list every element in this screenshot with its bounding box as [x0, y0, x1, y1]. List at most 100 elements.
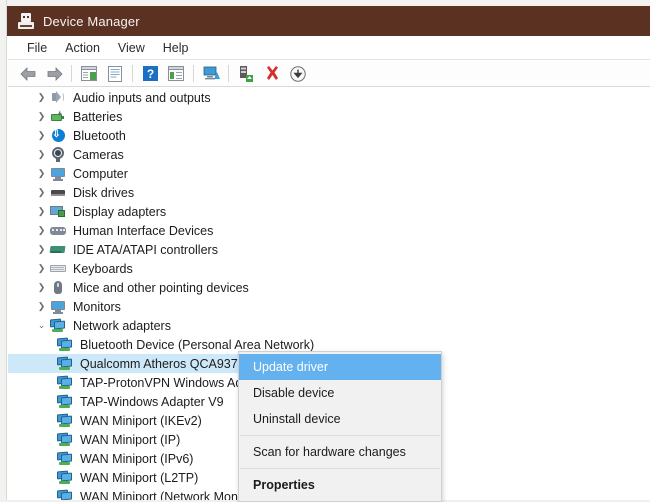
network-adapter-icon [56, 392, 76, 411]
properties-icon[interactable] [102, 63, 128, 85]
chevron-right-icon[interactable]: ❯ [34, 221, 49, 240]
device-manager-icon [18, 13, 34, 29]
tree-item-label: Audio inputs and outputs [73, 90, 211, 105]
display-adapter-icon [49, 202, 69, 221]
title-bar: Device Manager [7, 6, 650, 36]
ctx-properties[interactable]: Properties [239, 472, 441, 498]
toolbar-separator [132, 65, 133, 82]
tree-item[interactable]: ❯ Batteries [8, 107, 650, 126]
network-adapter-icon [56, 487, 76, 500]
tree-item[interactable]: ❯ Cameras [8, 145, 650, 164]
network-adapter-icon [56, 373, 76, 392]
network-adapter-icon [49, 316, 69, 335]
chevron-right-icon[interactable]: ❯ [34, 183, 49, 202]
network-adapter-icon [56, 430, 76, 449]
tree-item-label: Monitors [73, 299, 121, 314]
menu-action[interactable]: Action [56, 39, 109, 57]
chevron-right-icon[interactable]: ❯ [34, 145, 49, 164]
chevron-right-icon[interactable]: ❯ [34, 126, 49, 145]
tree-item-label: Cameras [73, 147, 124, 162]
menu-file[interactable]: File [18, 39, 56, 57]
tree-item-network-adapters[interactable]: ⌄ Network adapters [8, 316, 650, 335]
tree-item-label: Computer [73, 166, 128, 181]
desktop-background-left [0, 0, 7, 500]
menu-bar: File Action View Help [8, 36, 650, 60]
monitor-icon [49, 297, 69, 316]
menu-view[interactable]: View [109, 39, 154, 57]
chevron-right-icon[interactable]: ❯ [34, 278, 49, 297]
device-manager-window: Device Manager File Action View Help ? ❯… [0, 0, 650, 502]
disk-drive-icon [49, 183, 69, 202]
tree-item-label: IDE ATA/ATAPI controllers [73, 242, 218, 257]
chevron-right-icon[interactable]: ❯ [34, 107, 49, 126]
disable-device-icon[interactable] [285, 63, 311, 85]
tree-item-label: WAN Miniport (Network Monitor) [80, 489, 260, 501]
tree-item-label: Bluetooth [73, 128, 126, 143]
tree-item[interactable]: ❯ Computer [8, 164, 650, 183]
tree-item[interactable]: ❯ Human Interface Devices [8, 221, 650, 240]
chevron-down-icon[interactable]: ⌄ [34, 316, 49, 335]
window-title: Device Manager [43, 13, 140, 29]
network-adapter-icon [56, 468, 76, 487]
chevron-right-icon[interactable]: ❯ [34, 164, 49, 183]
svg-text:?: ? [146, 67, 153, 81]
ctx-uninstall-device[interactable]: Uninstall device [239, 406, 441, 432]
tree-item-label: Display adapters [73, 204, 167, 219]
tree-item-label: TAP-Windows Adapter V9 [80, 394, 224, 409]
mouse-icon [49, 278, 69, 297]
context-menu-separator [240, 468, 440, 469]
chevron-right-icon[interactable]: ❯ [34, 297, 49, 316]
ctx-disable-device[interactable]: Disable device [239, 380, 441, 406]
toolbar-separator [71, 65, 72, 82]
network-adapter-icon [56, 335, 76, 354]
show-hide-console-tree-icon[interactable] [76, 63, 102, 85]
tree-item[interactable]: ❯ Display adapters [8, 202, 650, 221]
tree-item[interactable]: ❯ IDE ATA/ATAPI controllers [8, 240, 650, 259]
keyboard-icon [49, 259, 69, 278]
human-interface-device-icon [49, 221, 69, 240]
uninstall-device-icon[interactable] [259, 63, 285, 85]
tree-item-label: WAN Miniport (IP) [80, 432, 181, 447]
tree-item-label: Batteries [73, 109, 123, 124]
tree-item-label: Human Interface Devices [73, 223, 214, 238]
camera-icon [49, 145, 69, 164]
tree-item-label: WAN Miniport (IKEv2) [80, 413, 202, 428]
ctx-scan-for-hardware-changes[interactable]: Scan for hardware changes [239, 439, 441, 465]
network-adapter-icon [56, 411, 76, 430]
monitor-icon [49, 164, 69, 183]
network-adapter-icon [56, 354, 76, 373]
tree-item[interactable]: ❯ Monitors [8, 297, 650, 316]
tree-item-label: Mice and other pointing devices [73, 280, 249, 295]
tree-item-label: WAN Miniport (L2TP) [80, 470, 199, 485]
help-icon[interactable]: ? [137, 63, 163, 85]
chevron-right-icon[interactable]: ❯ [34, 259, 49, 278]
tree-item-label: Disk drives [73, 185, 135, 200]
context-menu-separator [240, 435, 440, 436]
chevron-right-icon[interactable]: ❯ [34, 240, 49, 259]
ide-controller-icon [49, 240, 69, 259]
battery-icon [49, 107, 69, 126]
toolbar-separator [228, 65, 229, 82]
toolbar-separator [193, 65, 194, 82]
chevron-right-icon[interactable]: ❯ [34, 202, 49, 221]
tree-item[interactable]: ❯ ⇩ Bluetooth [8, 126, 650, 145]
forward-arrow-icon[interactable] [41, 63, 67, 85]
toolbar: ? [8, 61, 650, 87]
tree-item[interactable]: ❯ Keyboards [8, 259, 650, 278]
menu-help[interactable]: Help [154, 39, 198, 57]
chevron-right-icon[interactable]: ❯ [34, 88, 49, 107]
speaker-icon [49, 88, 69, 107]
tree-item[interactable]: ❯ Disk drives [8, 183, 650, 202]
context-menu[interactable]: Update driver Disable device Uninstall d… [238, 351, 442, 502]
tree-item-label: WAN Miniport (IPv6) [80, 451, 194, 466]
back-arrow-icon[interactable] [15, 63, 41, 85]
view-options-icon[interactable] [163, 63, 189, 85]
tree-item[interactable]: ❯ Mice and other pointing devices [8, 278, 650, 297]
tree-item[interactable]: ❯ Audio inputs and outputs [8, 88, 650, 107]
update-driver-icon[interactable] [233, 63, 259, 85]
network-adapter-icon [56, 449, 76, 468]
tree-item-label: Bluetooth Device (Personal Area Network) [80, 337, 315, 352]
scan-for-hardware-changes-icon[interactable] [198, 63, 224, 85]
ctx-update-driver[interactable]: Update driver [239, 354, 441, 380]
tree-item-label: Keyboards [73, 261, 133, 276]
